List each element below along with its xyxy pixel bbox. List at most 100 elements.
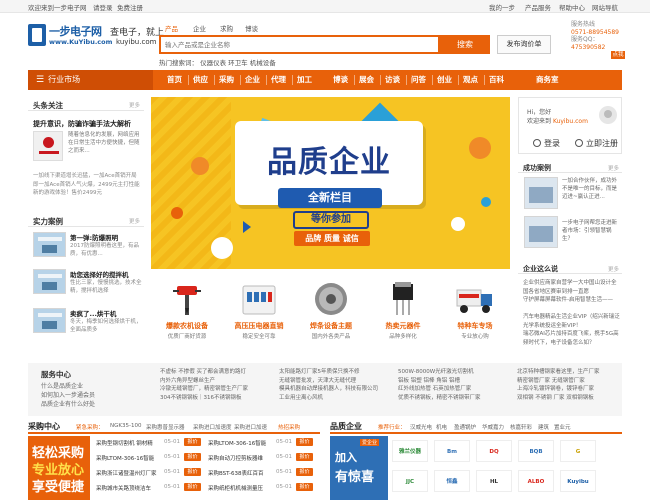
nav-item-opinion[interactable]: 观点	[463, 70, 478, 90]
brand-logo[interactable]: G	[560, 440, 596, 462]
search-button[interactable]: 搜索	[440, 35, 490, 54]
purchase-row[interactable]: 采购BST-638表红百百 05-01 报价	[208, 467, 316, 479]
nav-item-home[interactable]: 首页	[167, 70, 182, 90]
my-account-link[interactable]: 我的一步	[489, 2, 515, 12]
service-col-item[interactable]: 上海冷轧镀锌钢卷，镀锌卷厂家	[517, 385, 600, 394]
purchase-tag[interactable]: NGK35-100	[110, 423, 141, 429]
purchase-row[interactable]: 采购LTOM-306-16智能 05-01 报价	[96, 452, 204, 464]
site-logo[interactable]: 一步电子网 www.KuYibu.com 查电子，就上 kuyibu.com	[28, 21, 164, 51]
category-menu[interactable]: ☰ 行业市场	[28, 70, 153, 90]
service-col-item[interactable]: 优质不锈钢板，精密不锈钢带厂家	[398, 394, 481, 403]
brand-tag[interactable]: 建筑	[538, 423, 549, 431]
brand-logo[interactable]: 雅兰仪器	[392, 440, 428, 462]
quote-button[interactable]: 报价	[296, 483, 313, 491]
nav-item-company[interactable]: 企业	[245, 70, 260, 90]
service-col-item[interactable]: 精密钢管厂家 无缝钢管厂家	[517, 377, 600, 386]
case-image[interactable]	[33, 232, 66, 257]
brands-ad[interactable]: 爱企业 加入 有惊喜	[330, 436, 388, 500]
headline-thumbnail[interactable]	[33, 131, 63, 161]
brand-tag[interactable]: 机电	[436, 423, 447, 431]
quote-button[interactable]: 报价	[184, 438, 201, 446]
quote-button[interactable]: 报价	[184, 483, 201, 491]
quote-button[interactable]: 报价	[296, 453, 313, 461]
headline-top-title[interactable]: 提升意识，防骗诈骗手法大解析	[33, 119, 131, 129]
brand-logo[interactable]: DQ	[476, 440, 512, 462]
industry-more-link[interactable]: 更多	[608, 265, 619, 273]
service-link[interactable]: 什么是品质企业	[41, 381, 83, 390]
service-col-item[interactable]: 工业用尘离心风机	[279, 394, 378, 403]
brand-logo[interactable]: Kuyibu	[560, 470, 596, 492]
product-card[interactable]: 高压压电器直销 稳定安全可靠	[223, 278, 295, 348]
purchase-ad[interactable]: 轻松采购 专业放心 享受便捷	[28, 436, 90, 500]
avatar[interactable]	[599, 106, 617, 124]
login-link[interactable]: 请登录	[93, 2, 113, 12]
case-title[interactable]: 助您选择好的搅拌机	[70, 269, 129, 279]
login-button[interactable]: 登录	[533, 136, 560, 152]
product-card[interactable]: 热卖元器件 品种多样化	[367, 278, 439, 348]
nav-item-wiki[interactable]: 百科	[489, 70, 504, 90]
brand-tag[interactable]: 核嘉轩彩	[510, 423, 532, 431]
nav-item-blog[interactable]: 博谈	[333, 70, 348, 90]
brand-tag[interactable]: 盈通锅炉	[454, 423, 476, 431]
nav-item-business-room[interactable]: 商务室	[536, 70, 559, 90]
nav-item-qa[interactable]: 问答	[411, 70, 426, 90]
help-center-link[interactable]: 帮助中心	[559, 2, 585, 12]
service-col-item[interactable]: 红外线加热管 石英加热管厂家	[398, 385, 481, 394]
brand-logo[interactable]: Bm	[434, 440, 470, 462]
nav-item-purchase[interactable]: 采购	[219, 70, 234, 90]
nav-item-supply[interactable]: 供应	[193, 70, 208, 90]
hero-banner[interactable]: 品质企业 全新栏目 等你参加 品牌 质量 诚信	[151, 97, 510, 269]
quote-button[interactable]: 报价	[184, 453, 201, 461]
hot-term[interactable]: 环卫车	[228, 59, 248, 67]
nav-item-interview[interactable]: 访谈	[385, 70, 400, 90]
nav-item-processing[interactable]: 加工	[297, 70, 312, 90]
service-col-item[interactable]: 无缝钢管批发，天津大无缝代理	[279, 377, 378, 386]
search-tab-blog[interactable]: 博谈	[245, 23, 258, 33]
purchase-tag[interactable]: 热招采购	[278, 423, 300, 431]
service-col-item[interactable]: 500W-8000W光纤激光切割机	[398, 368, 481, 377]
brand-tag[interactable]: 置业元	[554, 423, 571, 431]
case-title[interactable]: 卖疯了...烘干机	[70, 308, 116, 318]
purchase-tag[interactable]: 采购进口加速	[234, 423, 267, 431]
purchase-row[interactable]: 采购城市关路顶绕洁车 05-01 报价	[96, 482, 204, 494]
product-card[interactable]: 焊条设备主题 国内外各类产品	[295, 278, 367, 348]
service-col-item[interactable]: 铝板 铝塑 铝棒 角铝 铝槽	[398, 377, 481, 386]
product-service-link[interactable]: 产品服务	[525, 2, 551, 12]
quote-button[interactable]: 报价	[296, 438, 313, 446]
case-image[interactable]	[33, 269, 66, 294]
register-link[interactable]: 免费注册	[117, 2, 143, 12]
hot-term[interactable]: 机械设备	[250, 59, 276, 67]
nav-item-expo[interactable]: 展会	[359, 70, 374, 90]
service-link[interactable]: 如何加入一步通会员	[41, 390, 95, 399]
headline-line[interactable]: 一加线下渠道增长迅猛，一加Ace首销开局即一加Ace首销人气火爆，2499元主打…	[33, 172, 141, 198]
industry-item[interactable]: 汽车电器精品生活企业VIP（绍兴新瑞泛光学系统投运全新VIP！	[523, 313, 621, 330]
search-tab-companies[interactable]: 企业	[193, 23, 206, 33]
quote-button[interactable]: 报价	[184, 468, 201, 476]
search-input[interactable]	[161, 37, 438, 52]
industry-item[interactable]: 守护屏幕屏幕软件-启用智慧生活——	[523, 296, 621, 305]
register-button[interactable]: 立即注册	[575, 136, 618, 152]
purchase-tag[interactable]: 采购进口加速度	[193, 423, 232, 431]
service-col-item[interactable]: 模具机器自动焊接机器人，科技有限公司	[279, 385, 378, 394]
case-title[interactable]: 第一弹:防爆照明	[70, 232, 118, 242]
purchase-tag[interactable]: 采购惠普显示器	[146, 423, 185, 431]
product-card[interactable]: 特种车专场 专业放心购	[439, 278, 511, 348]
nav-item-startup[interactable]: 创业	[437, 70, 452, 90]
service-col-item[interactable]: 北京特种槽钢家看这里，生产厂家	[517, 368, 600, 377]
brand-logo[interactable]: JJC	[392, 470, 428, 492]
brand-logo[interactable]: HL	[476, 470, 512, 492]
purchase-row[interactable]: 采购纸柜机机械测量压 05-01 报价	[208, 482, 316, 494]
success-more-link[interactable]: 更多	[608, 164, 619, 172]
nav-item-agent[interactable]: 代理	[271, 70, 286, 90]
service-link[interactable]: 品质企业有什么好处	[41, 399, 95, 408]
search-tab-purchase[interactable]: 求购	[220, 23, 233, 33]
brand-logo[interactable]: ALBO	[518, 470, 554, 492]
quote-button[interactable]: 报价	[296, 468, 313, 476]
service-col-item[interactable]: 不虚标 不掺假 买了都会满意的路灯	[160, 368, 248, 377]
case-image[interactable]	[33, 308, 66, 333]
service-col-item[interactable]: 太阳能路灯厂家5年质保只换不修	[279, 368, 378, 377]
brand-logo[interactable]: 恒鑫	[434, 470, 470, 492]
purchase-row[interactable]: 采购浙江诸暨温州灯厂家 05-01 报价	[96, 467, 204, 479]
brand-tag[interactable]: 华威嘉力	[482, 423, 504, 431]
industry-item[interactable]: 企业供应商家自营学一大中国山设计全国各省地区赛审到排一直愿	[523, 279, 621, 296]
